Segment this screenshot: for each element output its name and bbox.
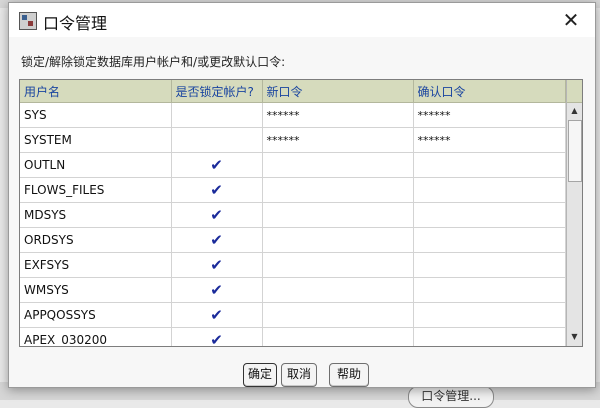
table-row[interactable]: OUTLN ✔ [20,152,566,178]
cell-username[interactable]: SYSTEM [20,127,172,153]
vertical-scrollbar[interactable]: ▲ ▼ [566,80,582,346]
cell-locked-checkbox[interactable]: ✔ [171,202,263,228]
cell-confirm-password[interactable] [413,327,566,346]
table-row[interactable]: EXFSYS ✔ [20,252,566,278]
table-row[interactable]: FLOWS_FILES ✔ [20,177,566,203]
user-accounts-table: 用户名 是否锁定帐户? 新口令 确认口令 SYS ****** ****** SYST… [19,79,583,347]
cell-username[interactable]: EXFSYS [20,252,172,278]
scroll-down-icon[interactable]: ▼ [567,330,582,344]
password-management-dialog: 口令管理 ✕ 锁定/解除锁定数据库用户帐户和/或更改默认口令: 用户名 是否锁定… [8,2,596,388]
cell-locked-checkbox[interactable] [171,127,263,153]
cell-new-password[interactable] [262,327,414,346]
cell-locked-checkbox[interactable]: ✔ [171,177,263,203]
column-header-confirm-password[interactable]: 确认口令 [413,80,566,103]
cell-confirm-password[interactable] [413,277,566,303]
help-button[interactable]: 帮助 [329,363,369,387]
column-header-username[interactable]: 用户名 [20,80,172,103]
cell-username[interactable]: MDSYS [20,202,172,228]
cell-confirm-password[interactable] [413,202,566,228]
cell-new-password[interactable] [262,227,414,253]
table-row[interactable]: SYS ****** ****** [20,102,566,128]
cell-confirm-password[interactable] [413,152,566,178]
cell-locked-checkbox[interactable]: ✔ [171,252,263,278]
ok-button[interactable]: 确定 [243,363,277,387]
table-row[interactable]: APEX_030200 ✔ [20,327,566,346]
column-header-new-password[interactable]: 新口令 [262,80,414,103]
cell-new-password[interactable] [262,177,414,203]
cell-new-password[interactable]: ****** [262,102,414,128]
table-row[interactable]: SYSTEM ****** ****** [20,127,566,153]
column-header-locked[interactable]: 是否锁定帐户? [171,80,263,103]
cell-locked-checkbox[interactable] [171,102,263,128]
cell-locked-checkbox[interactable]: ✔ [171,152,263,178]
cell-confirm-password[interactable] [413,177,566,203]
background-password-management-button[interactable]: 口令管理... [408,386,494,408]
app-icon [19,12,37,30]
cell-username[interactable]: ORDSYS [20,227,172,253]
scroll-up-icon[interactable]: ▲ [567,104,582,118]
cell-confirm-password[interactable] [413,252,566,278]
cell-new-password[interactable]: ****** [262,127,414,153]
table-row[interactable]: WMSYS ✔ [20,277,566,303]
cell-username[interactable]: APEX_030200 [20,327,172,346]
cell-confirm-password[interactable] [413,302,566,328]
cell-new-password[interactable] [262,277,414,303]
table-row[interactable]: MDSYS ✔ [20,202,566,228]
cell-locked-checkbox[interactable]: ✔ [171,302,263,328]
table-row[interactable]: ORDSYS ✔ [20,227,566,253]
dialog-title: 口令管理 [43,14,108,33]
cell-new-password[interactable] [262,152,414,178]
cancel-button[interactable]: 取消 [281,363,317,387]
cell-locked-checkbox[interactable]: ✔ [171,327,263,346]
cell-confirm-password[interactable]: ****** [413,127,566,153]
cell-confirm-password[interactable]: ****** [413,102,566,128]
cell-username[interactable]: WMSYS [20,277,172,303]
close-icon[interactable]: ✕ [557,7,585,33]
scrollbar-corner [567,80,582,103]
cell-new-password[interactable] [262,202,414,228]
scrollbar-thumb[interactable] [568,120,582,182]
dialog-titlebar: 口令管理 ✕ [9,3,595,37]
cell-confirm-password[interactable] [413,227,566,253]
cell-username[interactable]: FLOWS_FILES [20,177,172,203]
cell-new-password[interactable] [262,302,414,328]
cell-new-password[interactable] [262,252,414,278]
dialog-description: 锁定/解除锁定数据库用户帐户和/或更改默认口令: [21,55,286,69]
cell-locked-checkbox[interactable]: ✔ [171,227,263,253]
table-header-row: 用户名 是否锁定帐户? 新口令 确认口令 [20,80,566,103]
table-row[interactable]: APPQOSSYS ✔ [20,302,566,328]
cell-username[interactable]: SYS [20,102,172,128]
cell-locked-checkbox[interactable]: ✔ [171,277,263,303]
cell-username[interactable]: APPQOSSYS [20,302,172,328]
cell-username[interactable]: OUTLN [20,152,172,178]
